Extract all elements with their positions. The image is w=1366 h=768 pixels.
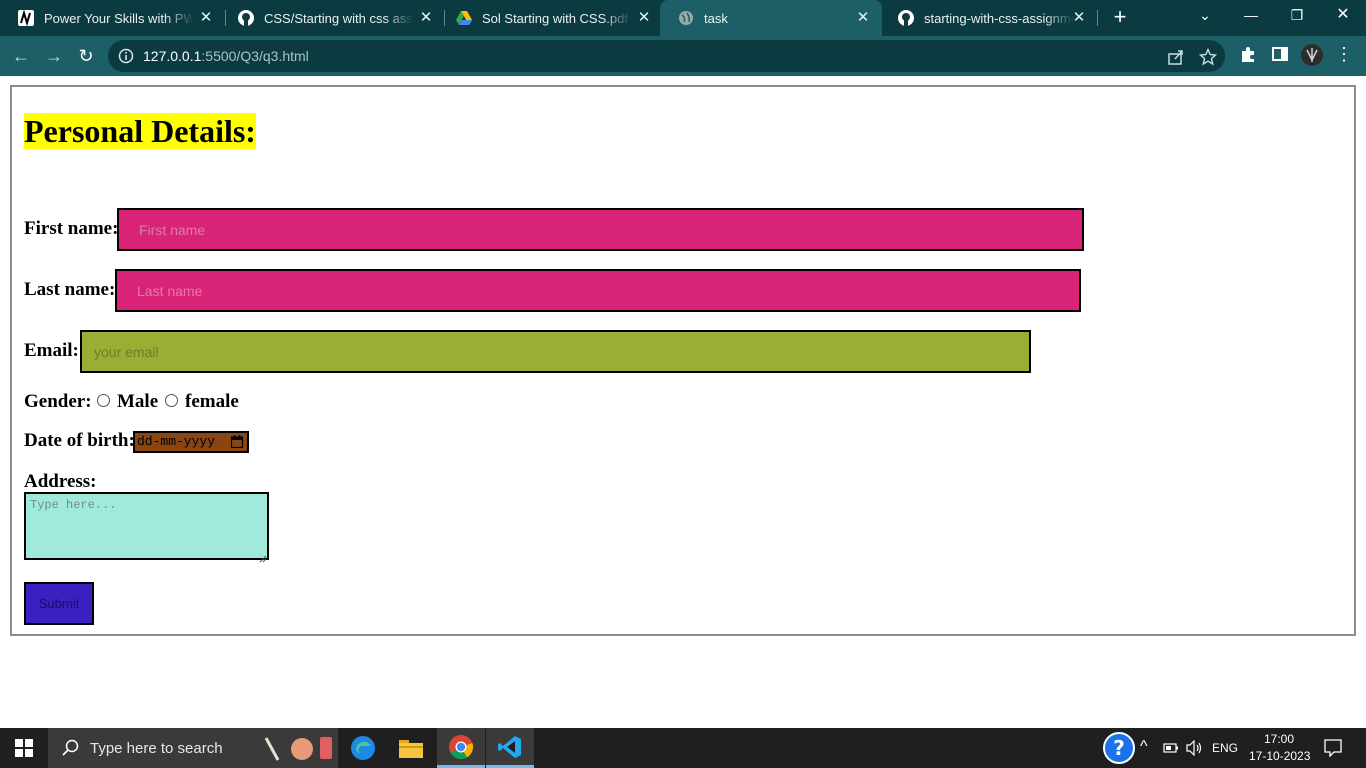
github-icon	[898, 10, 914, 26]
page-heading: Personal Details:	[24, 113, 256, 149]
windows-start-icon[interactable]	[0, 728, 48, 768]
share-icon[interactable]	[1167, 48, 1185, 66]
new-tab-button[interactable]: +	[1108, 6, 1132, 30]
close-tab-icon[interactable]: ✕	[417, 9, 435, 27]
search-placeholder: Type here to search	[90, 739, 223, 757]
male-option-label[interactable]: Male	[117, 391, 158, 413]
svg-text:?: ?	[1113, 736, 1125, 760]
male-radio[interactable]	[97, 394, 110, 407]
pw-skills-icon	[18, 10, 34, 26]
vscode-icon[interactable]	[486, 728, 534, 768]
close-window-icon[interactable]: ✕	[1320, 0, 1366, 30]
address-textarea[interactable]	[24, 492, 269, 560]
close-tab-icon[interactable]: ✕	[635, 9, 653, 27]
first-name-label: First name:	[24, 218, 119, 239]
language-indicator[interactable]: ENG	[1212, 741, 1238, 755]
browser-tab-strip: Power Your Skills with PW Sk ✕ CSS/Start…	[0, 0, 1366, 36]
url-host: 127.0.0.1	[143, 48, 202, 64]
url-text: 127.0.0.1:5500/Q3/q3.html	[143, 48, 309, 64]
bookmark-star-icon[interactable]	[1198, 47, 1218, 66]
dob-placeholder: dd-mm-yyyy	[137, 434, 216, 449]
female-radio[interactable]	[165, 394, 178, 407]
dob-label: Date of birth:	[24, 430, 135, 451]
last-name-input[interactable]	[115, 269, 1081, 312]
chrome-icon[interactable]	[437, 728, 485, 768]
notification-icon[interactable]	[1324, 739, 1342, 758]
first-name-input[interactable]	[117, 208, 1084, 251]
close-tab-icon[interactable]: ✕	[197, 9, 215, 27]
show-hidden-icons-icon[interactable]: ^	[1140, 738, 1148, 756]
tab-css-assignment[interactable]: CSS/Starting with css assignm ✕	[220, 0, 445, 36]
tab-title: Power Your Skills with PW Sk	[44, 10, 194, 26]
battery-icon[interactable]	[1163, 741, 1179, 755]
restore-icon[interactable]: ❐	[1274, 0, 1320, 30]
extensions-puzzle-icon[interactable]	[1239, 45, 1257, 63]
tab-divider	[1097, 10, 1098, 26]
back-arrow-icon[interactable]: ←	[9, 44, 33, 68]
windows-taskbar: Type here to search ? ^ ENG 17:00 17-10-…	[0, 728, 1366, 768]
profile-avatar-icon[interactable]	[1301, 44, 1323, 66]
close-tab-icon[interactable]: ✕	[854, 9, 872, 27]
address-bar[interactable]: 127.0.0.1:5500/Q3/q3.html	[108, 40, 1225, 72]
github-icon	[238, 10, 254, 26]
web-page: Personal Details: First name: Last name:…	[0, 76, 1366, 728]
menu-kebab-icon[interactable]: ⋮	[1335, 45, 1353, 63]
female-option-label[interactable]: female	[185, 391, 239, 413]
clock-date[interactable]: 17-10-2023	[1249, 749, 1310, 763]
help-question-icon[interactable]: ?	[1103, 732, 1135, 764]
globe-icon	[678, 10, 694, 26]
volume-icon[interactable]	[1186, 739, 1204, 757]
google-drive-icon	[456, 10, 472, 26]
reload-icon[interactable]: ↻	[74, 44, 98, 68]
info-icon[interactable]	[118, 48, 134, 64]
tab-title: CSS/Starting with css assignm	[264, 10, 414, 26]
taskbar-search-box[interactable]: Type here to search	[48, 728, 338, 768]
tab-title: starting-with-css-assignmen	[924, 10, 1074, 26]
calendar-icon[interactable]	[230, 435, 244, 449]
url-path: :5500/Q3/q3.html	[201, 48, 309, 64]
submit-button[interactable]: Submit	[24, 582, 94, 625]
tab-task[interactable]: task ✕	[660, 0, 882, 36]
search-icon	[62, 739, 80, 757]
close-tab-icon[interactable]: ✕	[1070, 9, 1088, 27]
browser-toolbar: ← → ↻ 127.0.0.1:5500/Q3/q3.html ⋮	[0, 36, 1366, 76]
date-of-birth-input[interactable]: dd-mm-yyyy	[133, 431, 249, 453]
tab-pw-skills[interactable]: Power Your Skills with PW Sk ✕	[0, 0, 225, 36]
side-panel-icon[interactable]	[1271, 45, 1289, 63]
address-label: Address:	[24, 471, 97, 492]
clock-time[interactable]: 17:00	[1264, 732, 1294, 746]
forward-arrow-icon[interactable]: →	[42, 44, 66, 68]
last-name-label: Last name:	[24, 279, 116, 300]
edge-browser-icon[interactable]	[339, 728, 387, 768]
tab-title: task	[704, 10, 728, 26]
email-input[interactable]	[80, 330, 1031, 373]
tab-github-repo[interactable]: starting-with-css-assignmen ✕	[880, 0, 1098, 36]
email-label: Email:	[24, 340, 79, 361]
minimize-icon[interactable]: —	[1228, 0, 1274, 30]
tab-search-icon[interactable]: ⌄	[1182, 0, 1228, 30]
file-explorer-icon[interactable]	[387, 728, 435, 768]
gender-label: Gender:	[24, 391, 92, 412]
search-highlight-illustration-icon	[258, 734, 336, 762]
tab-sol-pdf[interactable]: Sol Starting with CSS.pdf - G ✕	[438, 0, 663, 36]
resize-handle-icon[interactable]	[259, 550, 267, 563]
tab-title: Sol Starting with CSS.pdf - G	[482, 10, 632, 26]
